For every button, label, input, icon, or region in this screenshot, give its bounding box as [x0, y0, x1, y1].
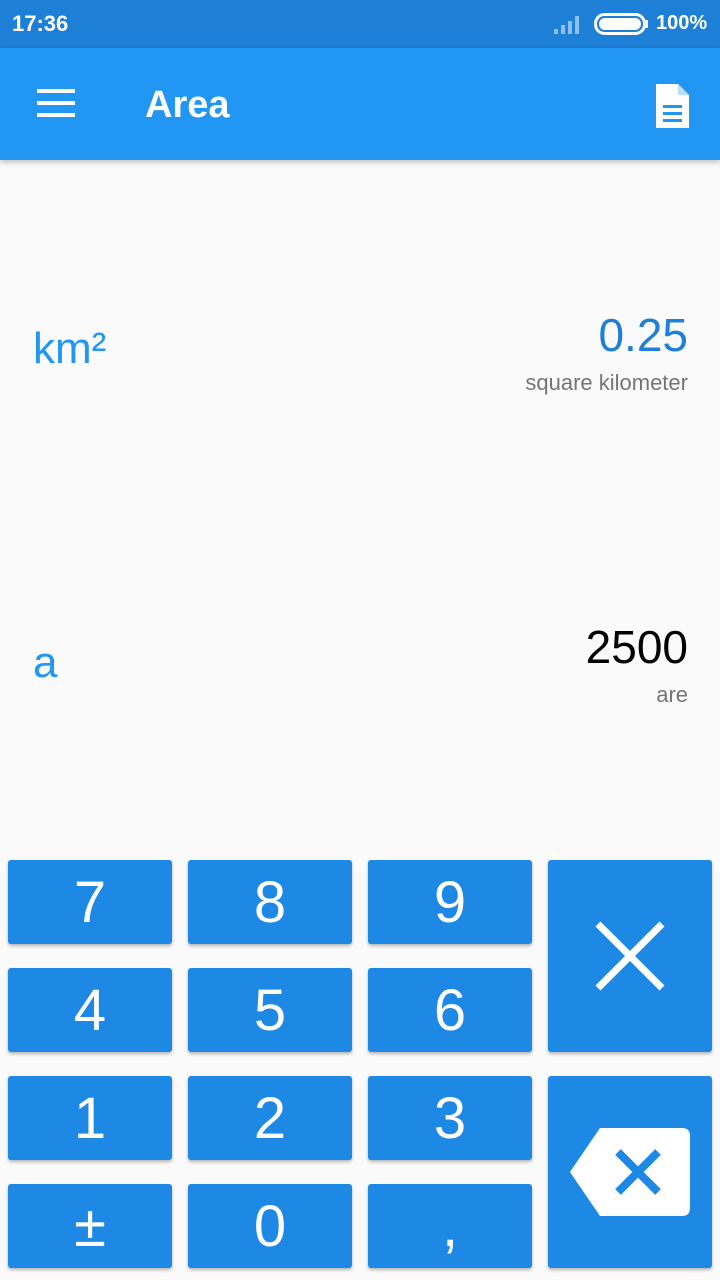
close-icon — [595, 921, 665, 991]
key-9[interactable]: 9 — [368, 860, 532, 944]
key-5[interactable]: 5 — [188, 968, 352, 1052]
battery-icon — [594, 13, 648, 35]
clear-button[interactable] — [548, 860, 712, 1052]
key-2[interactable]: 2 — [188, 1076, 352, 1160]
signal-icon — [554, 16, 579, 34]
status-bar: 17:36 100% — [0, 0, 720, 48]
status-time: 17:36 — [12, 11, 69, 36]
menu-icon — [37, 89, 75, 117]
key-3[interactable]: 3 — [368, 1076, 532, 1160]
page-title: Area — [145, 84, 230, 126]
key-0[interactable]: 0 — [188, 1184, 352, 1268]
key-6[interactable]: 6 — [368, 968, 532, 1052]
unit-value: 0.25 — [598, 309, 688, 361]
unit-value: 2500 — [585, 621, 688, 673]
key-1[interactable]: 1 — [8, 1076, 172, 1160]
key-plus-minus[interactable]: ± — [8, 1184, 172, 1268]
unit-symbol: km² — [33, 324, 107, 373]
key-7[interactable]: 7 — [8, 860, 172, 944]
key-4[interactable]: 4 — [8, 968, 172, 1052]
key-decimal[interactable]: , — [368, 1184, 532, 1268]
backspace-icon — [570, 1128, 690, 1216]
unit-name: square kilometer — [525, 370, 688, 395]
battery-percent: 100% — [656, 12, 708, 34]
unit-name: are — [656, 682, 688, 707]
document-icon — [656, 84, 689, 128]
menu-button[interactable] — [24, 76, 88, 132]
unit-row-to[interactable]: a 2500 are — [0, 612, 720, 732]
unit-symbol: a — [33, 638, 58, 687]
unit-row-from[interactable]: km² 0.25 square kilometer — [0, 300, 720, 420]
document-button[interactable] — [644, 78, 700, 134]
key-8[interactable]: 8 — [188, 860, 352, 944]
backspace-button[interactable] — [548, 1076, 712, 1268]
app-bar: Area — [0, 48, 720, 160]
